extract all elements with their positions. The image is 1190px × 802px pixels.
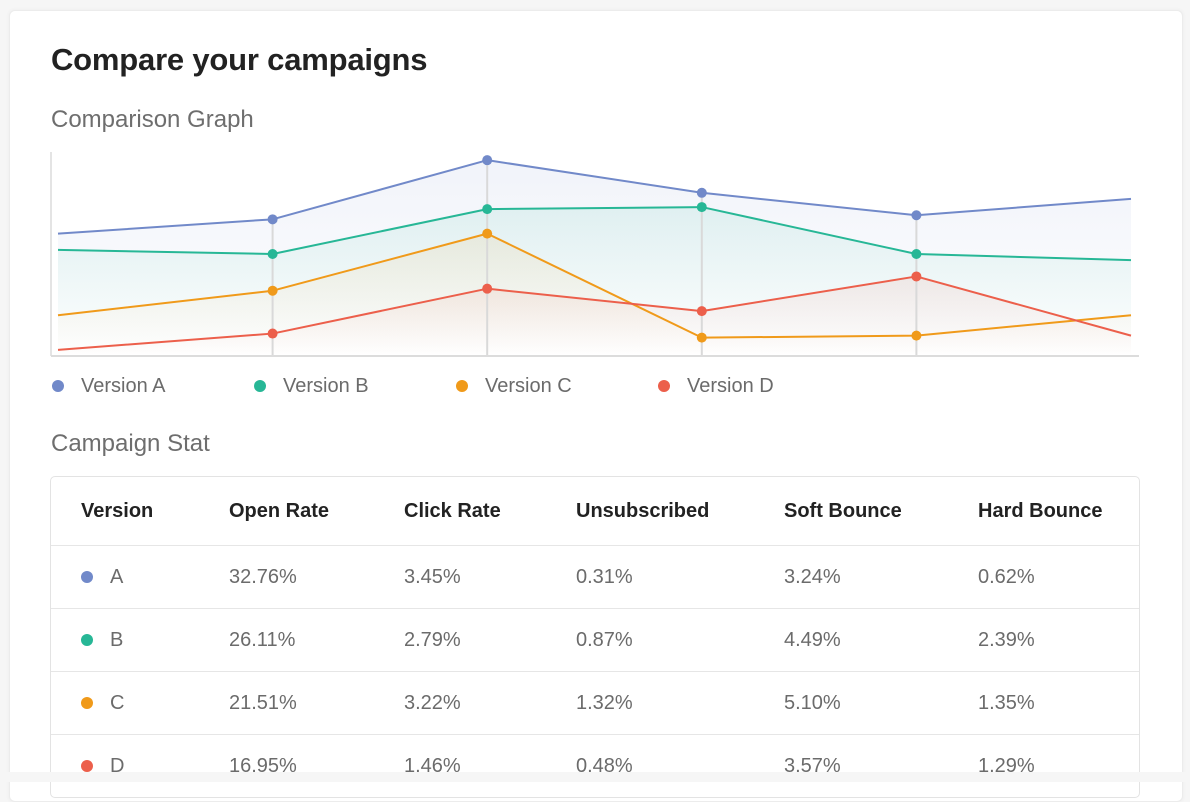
unsubscribed-cell: 1.32% [576, 671, 784, 735]
header-unsubscribed[interactable]: Unsubscribed [576, 477, 784, 546]
table-row[interactable]: D 16.95% 1.46% 0.48% 3.57% 1.29% [51, 734, 1139, 797]
legend-item-version-a[interactable]: Version A [51, 372, 253, 400]
comparison-chart [50, 152, 1139, 357]
legend-label: Version A [81, 374, 166, 397]
version-cell: C [51, 671, 229, 735]
click-rate-cell: 3.22% [404, 671, 576, 735]
soft-bounce-cell: 5.10% [784, 671, 978, 735]
legend-label: Version D [687, 374, 774, 397]
point-a-5 [911, 210, 922, 221]
point-a-4 [696, 187, 707, 198]
point-a-3 [482, 155, 493, 166]
stat-heading: Campaign Stat [51, 430, 210, 457]
point-c-2 [267, 285, 278, 296]
unsubscribed-cell: 0.87% [576, 608, 784, 672]
point-b-2 [267, 249, 278, 259]
legend-dot-b-icon [254, 380, 266, 392]
open-rate-cell: 32.76% [229, 545, 404, 609]
hard-bounce-cell: 1.35% [978, 671, 1139, 735]
version-dot-icon [81, 760, 93, 772]
soft-bounce-cell: 4.49% [784, 608, 978, 672]
legend-label: Version C [485, 374, 572, 397]
unsubscribed-cell: 0.31% [576, 545, 784, 609]
header-click-rate[interactable]: Click Rate [404, 477, 576, 546]
point-c-4 [696, 332, 707, 343]
hard-bounce-cell: 2.39% [978, 608, 1139, 672]
version-label: B [110, 628, 124, 651]
open-rate-cell: 26.11% [229, 608, 404, 672]
open-rate-cell: 21.51% [229, 671, 404, 735]
point-c-3 [482, 228, 493, 239]
point-d-4 [696, 306, 707, 317]
point-d-3 [482, 283, 493, 294]
hard-bounce-cell: 0.62% [978, 545, 1139, 609]
click-rate-cell: 3.45% [404, 545, 576, 609]
version-cell: D [51, 734, 229, 797]
table-row[interactable]: A 32.76% 3.45% 0.31% 3.24% 0.62% [51, 545, 1139, 609]
header-soft-bounce[interactable]: Soft Bounce [784, 477, 978, 546]
soft-bounce-cell: 3.57% [784, 734, 978, 797]
version-label: C [110, 691, 125, 714]
legend-dot-c-icon [456, 380, 468, 392]
header-version[interactable]: Version [51, 477, 229, 546]
legend-dot-d-icon [658, 380, 670, 392]
soft-bounce-cell: 3.24% [784, 545, 978, 609]
table-header-row: Version Open Rate Click Rate Unsubscribe… [51, 477, 1139, 546]
legend-item-version-c[interactable]: Version C [455, 372, 657, 400]
point-d-2 [267, 328, 278, 339]
version-label: A [110, 565, 124, 588]
click-rate-cell: 2.79% [404, 608, 576, 672]
campaign-stat-table: Version Open Rate Click Rate Unsubscribe… [50, 476, 1140, 798]
legend-label: Version B [283, 374, 369, 397]
point-b-5 [911, 249, 922, 259]
version-cell: B [51, 608, 229, 672]
hard-bounce-cell: 1.29% [978, 734, 1139, 797]
table-row[interactable]: B 26.11% 2.79% 0.87% 4.49% 2.39% [51, 608, 1139, 672]
point-b-4 [696, 202, 707, 213]
legend-item-version-b[interactable]: Version B [253, 372, 455, 400]
legend-item-version-d[interactable]: Version D [657, 372, 859, 400]
click-rate-cell: 1.46% [404, 734, 576, 797]
header-hard-bounce[interactable]: Hard Bounce [978, 477, 1139, 546]
version-cell: A [51, 545, 229, 609]
point-b-3 [482, 204, 493, 215]
point-a-2 [267, 214, 278, 225]
header-open-rate[interactable]: Open Rate [229, 477, 404, 546]
point-d-5 [911, 271, 922, 282]
version-dot-icon [81, 634, 93, 646]
version-dot-icon [81, 697, 93, 709]
chart-legend: Version A Version B Version C Version D [51, 372, 859, 400]
table-row[interactable]: C 21.51% 3.22% 1.32% 5.10% 1.35% [51, 671, 1139, 735]
viewport-bottom-edge [0, 772, 1190, 782]
legend-dot-a-icon [52, 380, 64, 392]
unsubscribed-cell: 0.48% [576, 734, 784, 797]
point-c-5 [911, 330, 922, 341]
open-rate-cell: 16.95% [229, 734, 404, 797]
version-dot-icon [81, 571, 93, 583]
